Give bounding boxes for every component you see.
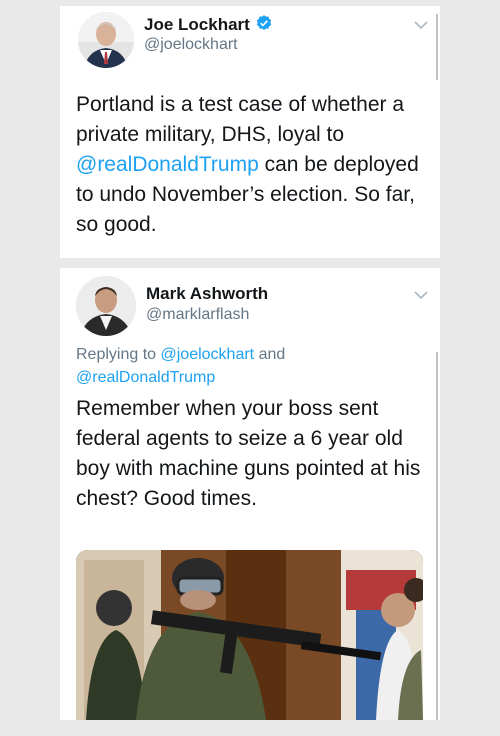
tweet-card-joe-lockhart[interactable]: Joe Lockhart @joelockhart Portland is a … xyxy=(60,6,440,258)
tweet-media-photo[interactable] xyxy=(76,550,423,720)
author-name[interactable]: Joe Lockhart xyxy=(144,14,273,35)
verified-badge-icon xyxy=(256,15,272,30)
chevron-down-icon[interactable] xyxy=(414,290,428,300)
tweet-card-mark-ashworth[interactable]: Mark Ashworth @marklarflash Replying to … xyxy=(60,268,440,720)
mention-link[interactable]: @realDonaldTrump xyxy=(76,153,259,176)
photo-illustration xyxy=(76,550,423,720)
author-handle[interactable]: @marklarflash xyxy=(146,306,249,324)
thread-divider xyxy=(436,352,438,720)
replying-to: Replying to @joelockhart and @realDonald… xyxy=(76,346,286,386)
thread-divider xyxy=(436,14,438,80)
tweet-text: Portland is a test case of whether a pri… xyxy=(76,93,419,236)
author-name[interactable]: Mark Ashworth xyxy=(146,284,268,304)
chevron-down-icon[interactable] xyxy=(414,20,428,30)
tweet-text: Remember when your boss sent federal age… xyxy=(76,397,421,510)
reply-mention-1[interactable]: @joelockhart xyxy=(161,346,255,363)
author-handle[interactable]: @joelockhart xyxy=(144,36,238,54)
avatar-joe-lockhart[interactable] xyxy=(78,12,134,68)
avatar-mark-ashworth[interactable] xyxy=(76,276,136,336)
reply-mention-2[interactable]: @realDonaldTrump xyxy=(76,369,215,386)
